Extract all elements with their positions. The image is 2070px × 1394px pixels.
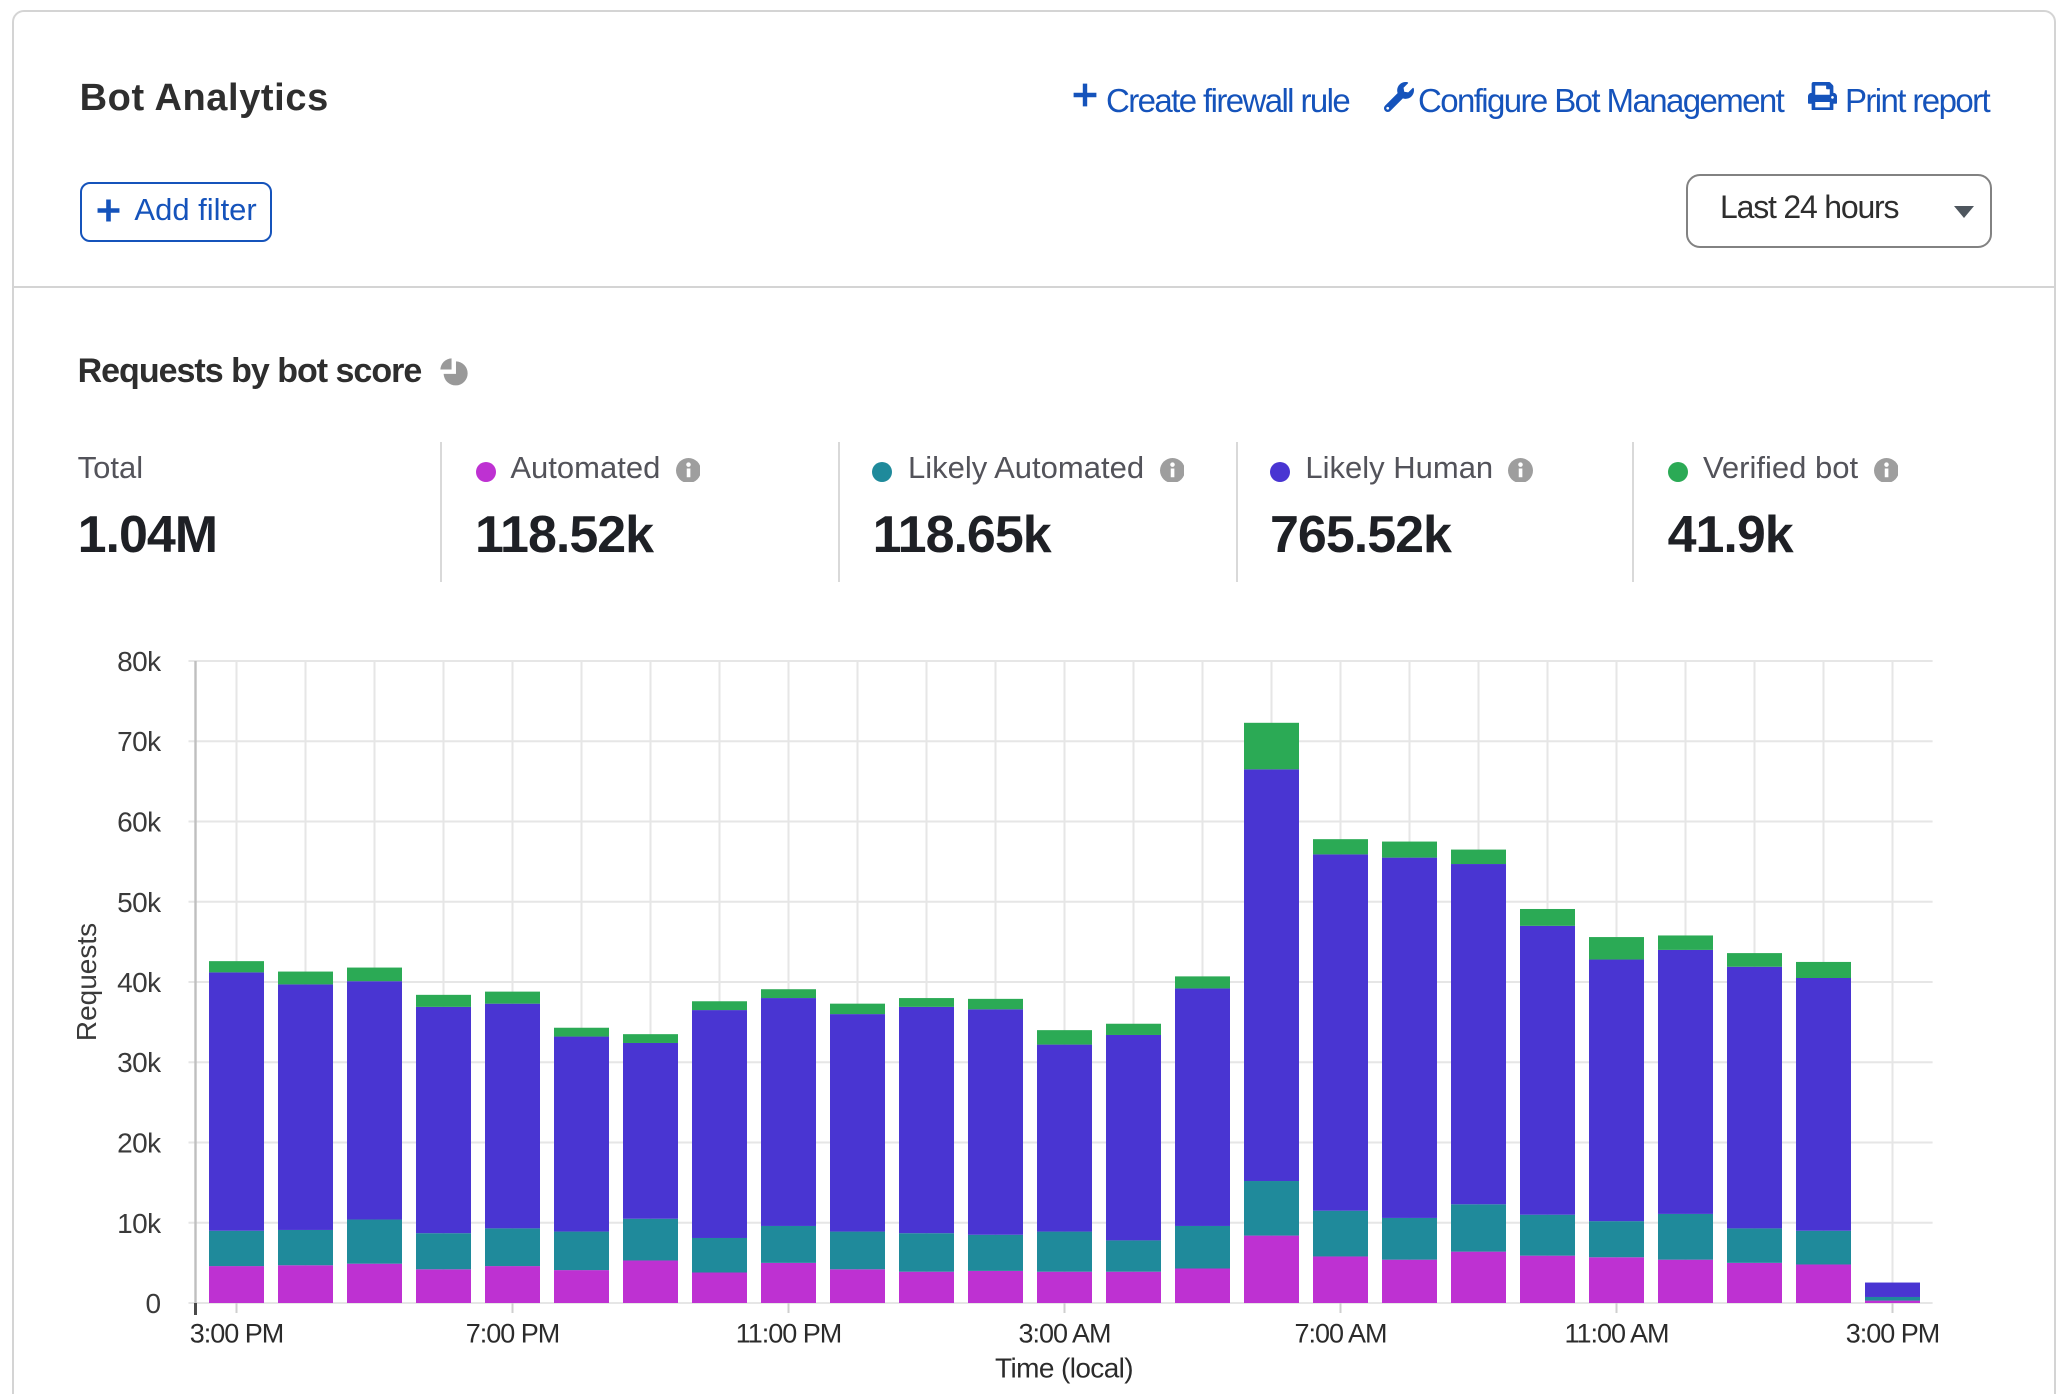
svg-text:40k: 40k [117,967,162,998]
svg-text:3:00 PM: 3:00 PM [1846,1319,1940,1349]
svg-text:11:00 AM: 11:00 AM [1564,1319,1668,1349]
svg-text:Requests: Requests [71,923,102,1041]
svg-text:20k: 20k [117,1128,162,1159]
svg-text:Time (local): Time (local) [995,1352,1133,1383]
svg-text:30k: 30k [117,1047,162,1078]
svg-text:80k: 80k [117,646,162,677]
svg-text:11:00 PM: 11:00 PM [736,1319,842,1349]
svg-text:3:00 AM: 3:00 AM [1018,1319,1110,1349]
svg-text:3:00 PM: 3:00 PM [190,1319,284,1349]
svg-text:60k: 60k [117,807,162,838]
svg-text:7:00 PM: 7:00 PM [466,1319,560,1349]
svg-text:50k: 50k [117,887,162,918]
svg-text:70k: 70k [117,726,162,757]
svg-text:10k: 10k [117,1208,162,1239]
svg-text:0: 0 [146,1288,161,1319]
svg-text:7:00 AM: 7:00 AM [1294,1319,1386,1349]
